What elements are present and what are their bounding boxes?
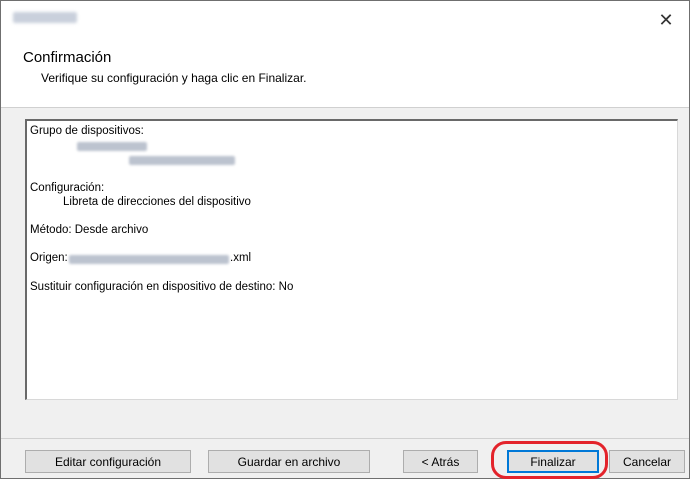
origin-label: Origen:	[30, 252, 68, 264]
page-subtitle: Verifique su configuración y haga clic e…	[41, 71, 307, 85]
edit-config-button[interactable]: Editar configuración	[25, 450, 191, 473]
page-title: Confirmación	[23, 49, 112, 66]
redacted-device-name	[77, 142, 147, 151]
content-area: Grupo de dispositivos: Configuración: Li…	[1, 108, 689, 438]
replace-setting-line: Sustituir configuración en dispositivo d…	[30, 281, 294, 293]
method-line: Método: Desde archivo	[30, 224, 149, 236]
redacted-origin-path	[69, 255, 229, 264]
dialog-window: ✕ Confirmación Verifique su configuració…	[0, 0, 690, 479]
footer-separator	[1, 438, 689, 439]
back-button[interactable]: < Atrás	[403, 450, 478, 473]
wizard-header: Confirmación Verifique su configuración …	[1, 39, 689, 108]
window-title-redacted	[13, 12, 77, 23]
cancel-button[interactable]: Cancelar	[609, 450, 685, 473]
close-icon[interactable]: ✕	[643, 1, 689, 39]
redacted-device-address	[129, 156, 235, 165]
origin-extension: .xml	[230, 252, 252, 264]
save-to-file-button[interactable]: Guardar en archivo	[208, 450, 370, 473]
device-group-label: Grupo de dispositivos:	[30, 125, 144, 137]
title-bar: ✕	[1, 1, 689, 39]
finish-highlight-annotation	[491, 441, 608, 479]
config-value: Libreta de direcciones del dispositivo	[63, 196, 251, 208]
config-label: Configuración:	[30, 182, 105, 194]
summary-box[interactable]: Grupo de dispositivos: Configuración: Li…	[25, 119, 678, 400]
